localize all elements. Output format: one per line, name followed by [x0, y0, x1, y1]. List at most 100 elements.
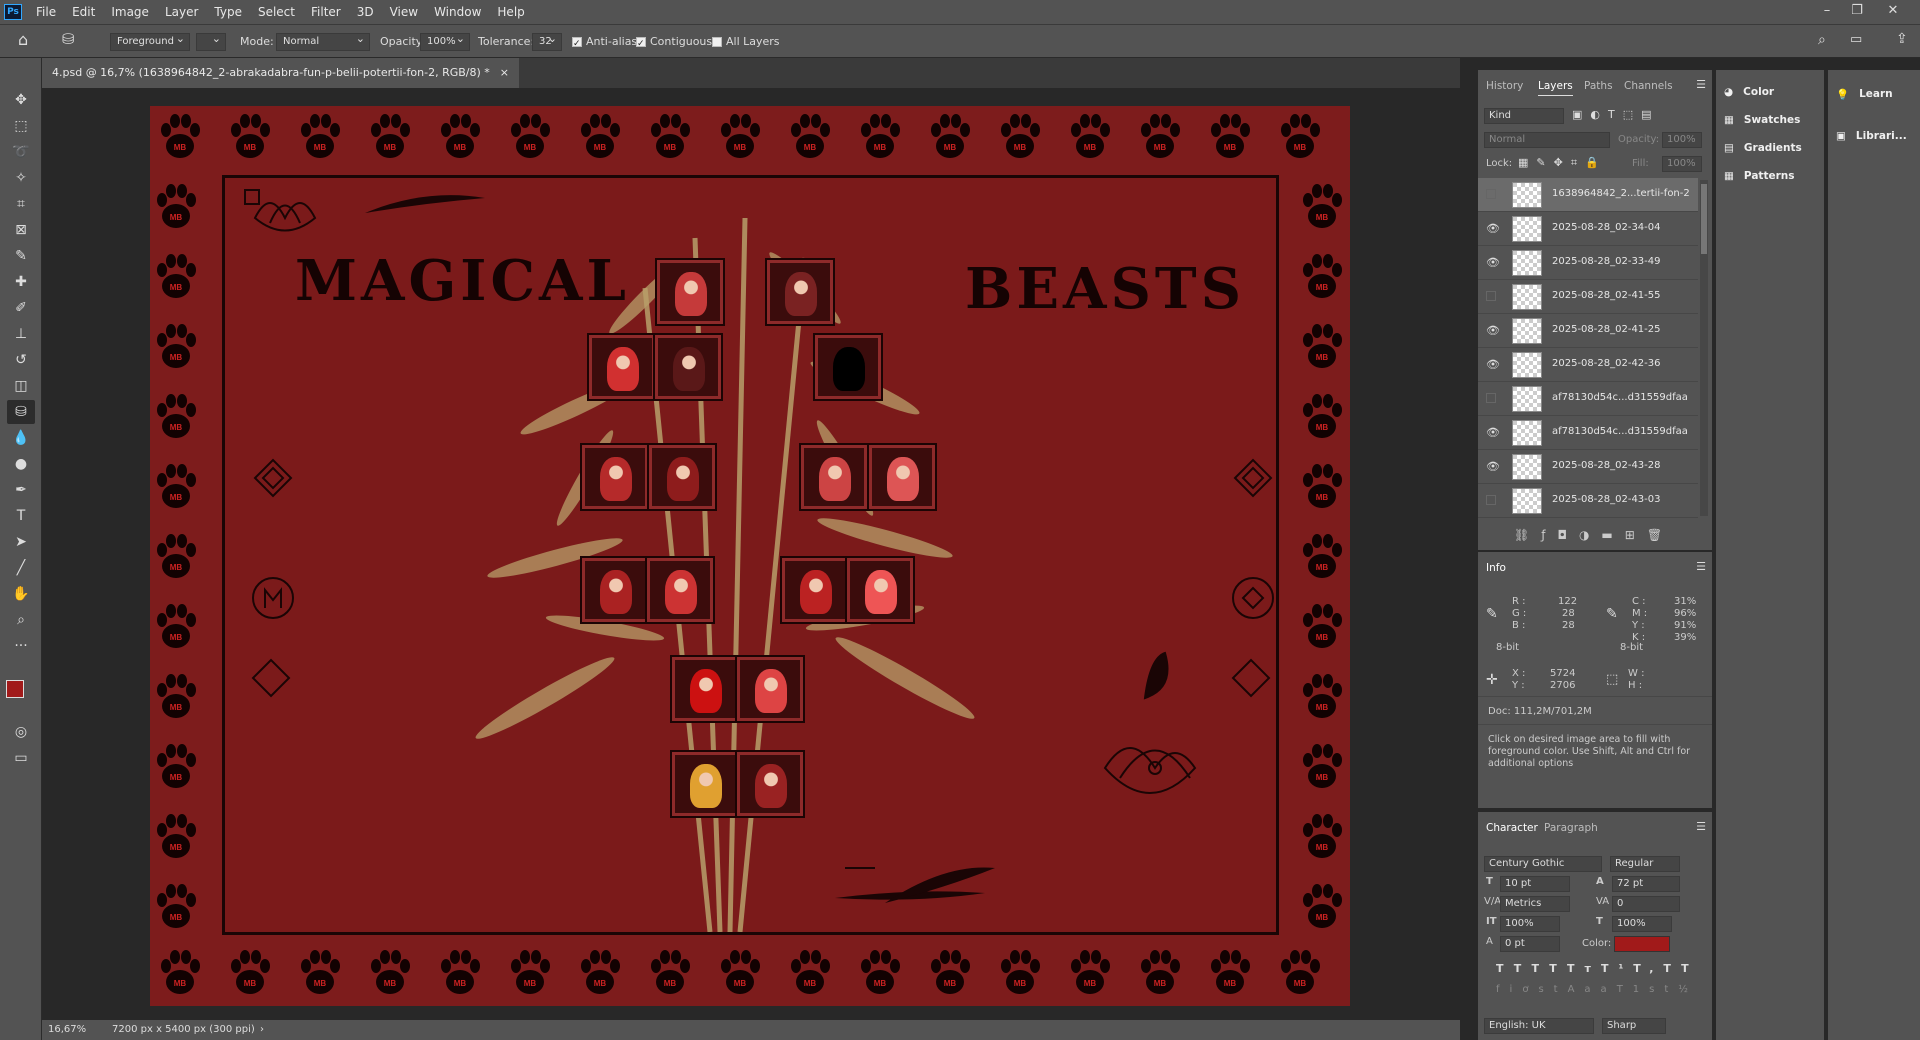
layer-row[interactable]: 👁 2025-08-28_02-41-25: [1478, 314, 1698, 348]
layer-name[interactable]: 2025-08-28_02-43-28: [1552, 460, 1661, 471]
leading-input[interactable]: 72 pt: [1612, 876, 1680, 892]
eyedropper-tool-icon[interactable]: ✎: [7, 244, 35, 268]
layer-name[interactable]: 1638964842_2...tertii-fon-2: [1552, 188, 1690, 199]
layer-thumbnail[interactable]: [1512, 284, 1542, 310]
workspace-icon[interactable]: ▭: [1850, 31, 1862, 49]
layer-row[interactable]: af78130d54c...d31559dfaa: [1478, 382, 1698, 416]
fill-source-dropdown[interactable]: Foreground: [110, 31, 190, 51]
menu-window[interactable]: Window: [426, 0, 489, 24]
font-size-input[interactable]: 10 pt: [1500, 876, 1570, 892]
libraries-panel-button[interactable]: ▣ Librari...: [1836, 126, 1907, 146]
all-layers-checkbox[interactable]: All Layers: [712, 33, 780, 51]
menu-view[interactable]: View: [382, 0, 426, 24]
history-brush-tool-icon[interactable]: ↺: [7, 348, 35, 372]
layer-opacity-input[interactable]: 100%: [1662, 132, 1702, 148]
document-tab[interactable]: 4.psd @ 16,7% (1638964842_2-abrakadabra-…: [42, 58, 520, 88]
stylistic-alternates-button[interactable]: aa: [1584, 984, 1616, 995]
layer-name[interactable]: 2025-08-28_02-41-55: [1552, 290, 1661, 301]
layer-row[interactable]: 👁 2025-08-28_02-43-28: [1478, 450, 1698, 484]
titling-button[interactable]: T: [1617, 984, 1633, 995]
zoom-level[interactable]: 16,67%: [48, 1020, 86, 1040]
discretionary-ligatures-button[interactable]: st: [1538, 984, 1567, 995]
tab-history[interactable]: History: [1486, 76, 1523, 96]
tolerance-input[interactable]: 32: [532, 31, 562, 51]
layer-row[interactable]: 👁 2025-08-28_02-34-04: [1478, 212, 1698, 246]
menu-help[interactable]: Help: [489, 0, 532, 24]
tracking-input[interactable]: 0: [1612, 896, 1680, 912]
ordinals-button[interactable]: 1st: [1633, 984, 1679, 995]
paint-bucket-tool-icon[interactable]: ⛁: [7, 400, 35, 424]
antialias-dropdown[interactable]: Sharp: [1602, 1018, 1666, 1034]
tab-layers[interactable]: Layers: [1538, 76, 1573, 96]
blur-tool-icon[interactable]: 💧: [7, 426, 35, 450]
font-family-dropdown[interactable]: Century Gothic: [1484, 856, 1602, 872]
layer-thumbnail[interactable]: [1512, 216, 1542, 242]
menu-file[interactable]: File: [28, 0, 64, 24]
close-tab-icon[interactable]: ×: [500, 58, 509, 88]
fractions-button[interactable]: ½: [1678, 984, 1698, 995]
subscript-button[interactable]: T,: [1633, 962, 1663, 975]
font-style-dropdown[interactable]: Regular: [1610, 856, 1680, 872]
layer-row[interactable]: 1638964842_2...tertii-fon-2: [1478, 178, 1698, 212]
visibility-eye-icon[interactable]: 👁: [1486, 359, 1500, 371]
visibility-eye-icon[interactable]: [1486, 393, 1496, 403]
menu-select[interactable]: Select: [250, 0, 303, 24]
layer-name[interactable]: 2025-08-28_02-41-25: [1552, 324, 1661, 335]
gradients-panel-button[interactable]: ▤ Gradients: [1724, 138, 1802, 158]
lasso-tool-icon[interactable]: ➰: [7, 140, 35, 164]
visibility-eye-icon[interactable]: [1486, 495, 1496, 505]
screen-mode-icon[interactable]: ▭: [7, 746, 35, 770]
learn-panel-button[interactable]: 💡 Learn: [1836, 84, 1893, 104]
menu-layer[interactable]: Layer: [157, 0, 206, 24]
brush-tool-icon[interactable]: ✐: [7, 296, 35, 320]
visibility-eye-icon[interactable]: 👁: [1486, 325, 1500, 337]
tab-paths[interactable]: Paths: [1584, 76, 1613, 96]
anti-alias-checkbox[interactable]: Anti-alias: [572, 33, 637, 53]
search-icon[interactable]: ⌕: [1818, 31, 1826, 49]
type-tool-icon[interactable]: T: [7, 504, 35, 528]
visibility-eye-icon[interactable]: [1486, 189, 1496, 199]
layer-thumbnail[interactable]: [1512, 420, 1542, 446]
layer-name[interactable]: af78130d54c...d31559dfaa: [1552, 426, 1688, 437]
frame-tool-icon[interactable]: ⊠: [7, 218, 35, 242]
move-tool-icon[interactable]: ✥: [7, 88, 35, 112]
hand-tool-icon[interactable]: ✋: [7, 582, 35, 606]
layer-row[interactable]: 👁 2025-08-28_02-42-36: [1478, 348, 1698, 382]
underline-button[interactable]: T: [1663, 962, 1681, 975]
ligatures-button[interactable]: fi: [1496, 984, 1522, 995]
more-tools-icon[interactable]: ···: [7, 634, 35, 658]
layer-row[interactable]: 2025-08-28_02-41-55: [1478, 280, 1698, 314]
crop-tool-icon[interactable]: ⌗: [7, 192, 35, 216]
marquee-tool-icon[interactable]: ⬚: [7, 114, 35, 138]
info-panel-menu-icon[interactable]: ☰: [1696, 560, 1706, 573]
pattern-picker[interactable]: [196, 31, 226, 51]
strikethrough-button[interactable]: T: [1681, 962, 1699, 975]
mode-dropdown[interactable]: Normal: [276, 31, 370, 51]
old-style-button[interactable]: ơ: [1522, 984, 1538, 995]
opentype-buttons[interactable]: fiơstAaaT1st½: [1496, 984, 1698, 995]
layer-filter-icons[interactable]: ▣◐T⬚▤: [1572, 108, 1660, 121]
faux-bold-button[interactable]: T: [1496, 962, 1514, 975]
visibility-eye-icon[interactable]: 👁: [1486, 461, 1500, 473]
healing-tool-icon[interactable]: ✚: [7, 270, 35, 294]
layer-name[interactable]: 2025-08-28_02-33-49: [1552, 256, 1661, 267]
status-menu-arrow[interactable]: ›: [260, 1020, 264, 1040]
tab-character[interactable]: Character: [1486, 818, 1538, 838]
layers-scrollbar[interactable]: [1700, 180, 1708, 516]
layer-row[interactable]: 👁 af78130d54c...d31559dfaa: [1478, 416, 1698, 450]
baseline-shift-input[interactable]: 0 pt: [1500, 936, 1560, 952]
clone-stamp-tool-icon[interactable]: ⊥: [7, 322, 35, 346]
horizontal-scale-input[interactable]: 100%: [1612, 916, 1672, 932]
layer-thumbnail[interactable]: [1512, 386, 1542, 412]
layer-name[interactable]: 2025-08-28_02-43-03: [1552, 494, 1661, 505]
tab-info[interactable]: Info: [1486, 558, 1506, 578]
menu-3d[interactable]: 3D: [349, 0, 382, 24]
vertical-scale-input[interactable]: 100%: [1500, 916, 1560, 932]
close-window-icon[interactable]: ✕: [1878, 0, 1908, 24]
path-selection-tool-icon[interactable]: ➤: [7, 530, 35, 554]
layer-row[interactable]: 👁 2025-08-28_02-33-49: [1478, 246, 1698, 280]
layer-name[interactable]: 2025-08-28_02-34-04: [1552, 222, 1661, 233]
kerning-dropdown[interactable]: Metrics: [1500, 896, 1570, 912]
character-panel-menu-icon[interactable]: ☰: [1696, 820, 1706, 833]
layer-thumbnail[interactable]: [1512, 352, 1542, 378]
